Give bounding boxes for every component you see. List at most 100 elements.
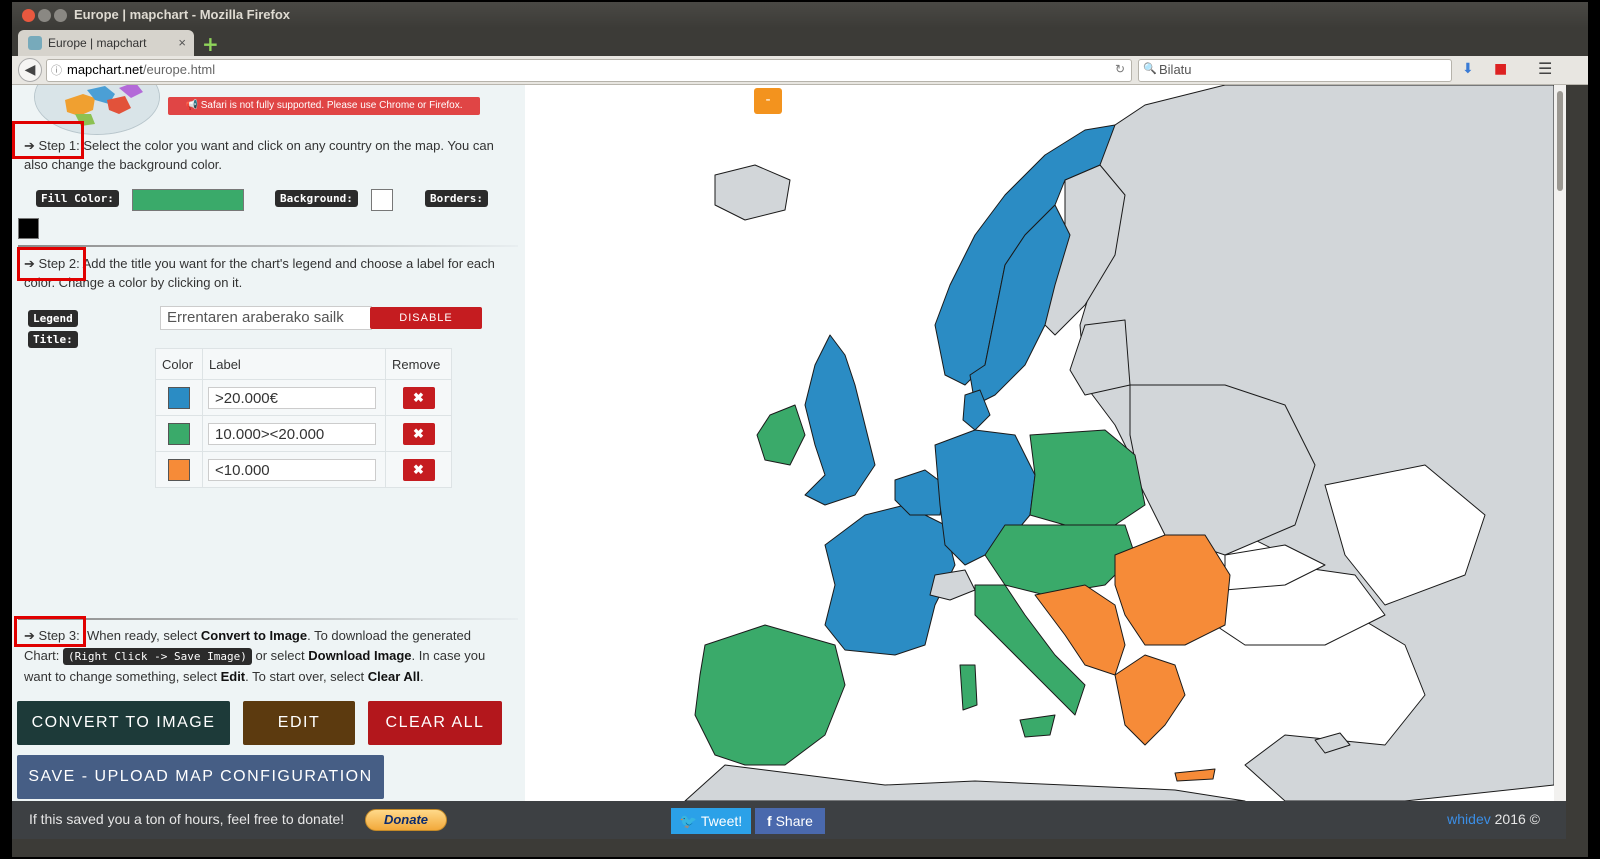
save-upload-map-configuration-button[interactable]: SAVE - UPLOAD MAP CONFIGURATION [17,755,384,799]
legend-color-swatch-orange[interactable] [168,458,190,481]
background-color-swatch[interactable] [371,189,393,211]
column-header-color: Color [155,348,203,380]
zoom-out-button[interactable]: - [754,88,782,114]
close-icon: ✖ [413,389,424,405]
legend-label-input[interactable]: >20.000€ [208,386,376,409]
divider-2 [18,618,518,620]
url-bar[interactable]: ⓘ mapchart.net/europe.html ↻ [46,59,1132,82]
step3-text: or select [255,648,305,663]
new-tab-icon[interactable]: + [202,32,219,56]
step3-instructions: ➔ Step 3: When ready, select Convert to … [24,626,529,687]
baltic-states [1069,319,1131,396]
download-arrow-icon[interactable]: ⬇ [1462,61,1474,77]
reload-icon[interactable]: ↻ [1115,62,1125,76]
search-placeholder: Bilatu [1159,62,1192,77]
sicily [1019,714,1056,738]
legend-title-label-a: Legend [28,310,78,327]
border-color-swatch[interactable] [18,218,39,239]
step3-text: . In case you [411,648,486,663]
legend-table-header: Color Label Remove [155,348,452,380]
close-icon: ✖ [413,461,424,477]
sardinia [959,664,978,711]
table-row: <10.000 ✖ [155,451,452,488]
legend-label-input[interactable]: <10.000 [208,458,376,481]
step3-text: . To download the generated [307,628,471,643]
europe-map[interactable]: - [525,85,1554,801]
favicon-icon [28,36,42,50]
copyright-year: 2016 © [1494,811,1540,827]
iceland [714,164,791,221]
tab-europe-mapchart[interactable]: Europe | mapchart × [18,30,194,56]
disable-legend-button[interactable]: DISABLE [370,307,482,329]
united-kingdom [804,334,876,506]
maximize-window-icon[interactable] [54,9,67,22]
tweet-label: Tweet! [700,813,743,829]
warning-text: Safari is not fully supported. Please us… [200,100,463,111]
tweet-button[interactable]: 🐦 Tweet! [671,808,751,834]
facebook-share-button[interactable]: f Share [755,808,825,834]
greece [1114,654,1186,746]
clear-all-button[interactable]: CLEAR ALL [368,701,502,745]
edit-button[interactable]: EDIT [243,701,355,745]
credit-text: whidev 2016 © [1447,811,1540,827]
browser-window: Europe | mapchart - Mozilla Firefox Euro… [12,2,1588,857]
table-row: >20.000€ ✖ [155,379,452,416]
scrollbar-thumb[interactable] [1557,91,1563,191]
legend-title-label-b: Title: [28,331,78,348]
url-text: mapchart.net/europe.html [67,62,215,77]
step2-instructions: ➔ Step 2: Add the title you want for the… [24,254,529,292]
step3-bold: Clear All [367,669,421,684]
menu-icon[interactable]: ☰ [1538,59,1552,78]
whidev-link[interactable]: whidev [1447,811,1491,827]
page-scrollbar[interactable] [1554,85,1566,801]
table-row: 10.000><20.000 ✖ [155,415,452,452]
northern-africa [684,764,1246,801]
navigation-bar: ◀ ⓘ mapchart.net/europe.html ↻ 🔍 Bilatu … [12,56,1588,85]
borders-label: Borders: [425,190,488,207]
step3-text: want to change something, select [24,669,217,684]
remove-row-button[interactable]: ✖ [402,458,435,481]
column-header-label: Label [202,348,386,380]
close-tab-icon[interactable]: × [178,35,186,50]
donate-message: If this saved you a ton of hours, feel f… [29,811,345,827]
title-bar: Europe | mapchart - Mozilla Firefox [12,2,1588,28]
close-window-icon[interactable] [22,9,35,22]
info-icon[interactable]: ⓘ [51,62,62,78]
legend-color-swatch-green[interactable] [168,422,190,445]
close-icon: ✖ [413,425,424,441]
share-label: Share [775,813,813,829]
remove-row-button[interactable]: ✖ [402,422,435,445]
step1-highlight-box [12,121,84,159]
ireland [756,404,806,466]
right-click-hint: (Right Click -> Save Image) [63,648,252,665]
back-arrow-icon[interactable]: ◀ [18,58,42,82]
legend-title-input[interactable]: Errentaren araberako sailk [160,306,372,330]
url-host: mapchart.net [67,62,143,77]
step3-text: . [420,669,424,684]
step3-text: . To start over, select [245,669,365,684]
step1-text-b: also change the background color. [24,157,223,172]
fill-color-swatch[interactable] [132,189,244,211]
convert-to-image-button[interactable]: CONVERT TO IMAGE [17,701,230,745]
tab-label: Europe | mapchart [48,36,147,50]
step1-instructions: ➔ Step 1: Select the color you want and … [24,136,524,174]
step3-bold: Download Image [308,648,412,663]
romania-bulgaria [1114,534,1231,646]
donate-button[interactable]: Donate [365,809,447,831]
minimize-window-icon[interactable] [38,9,51,22]
background-label: Background: [275,190,358,207]
legend-table: Color Label Remove >20.000€ ✖ 10.000><20… [155,348,452,488]
step2-highlight-box [17,247,86,281]
search-icon: 🔍 [1143,63,1157,75]
crete [1174,768,1216,782]
legend-label-input[interactable]: 10.000><20.000 [208,422,376,445]
settings-panel: 📢 Safari is not fully supported. Please … [12,85,525,801]
page-footer: If this saved you a ton of hours, feel f… [12,801,1566,839]
legend-color-swatch-blue[interactable] [168,386,190,409]
safari-warning-banner: 📢 Safari is not fully supported. Please … [168,97,480,115]
search-input[interactable]: 🔍 Bilatu [1138,59,1452,82]
tab-bar: Europe | mapchart × + [12,28,1588,56]
pdf-icon[interactable]: ■ [1494,61,1507,77]
remove-row-button[interactable]: ✖ [402,386,435,409]
column-header-remove: Remove [385,348,452,380]
